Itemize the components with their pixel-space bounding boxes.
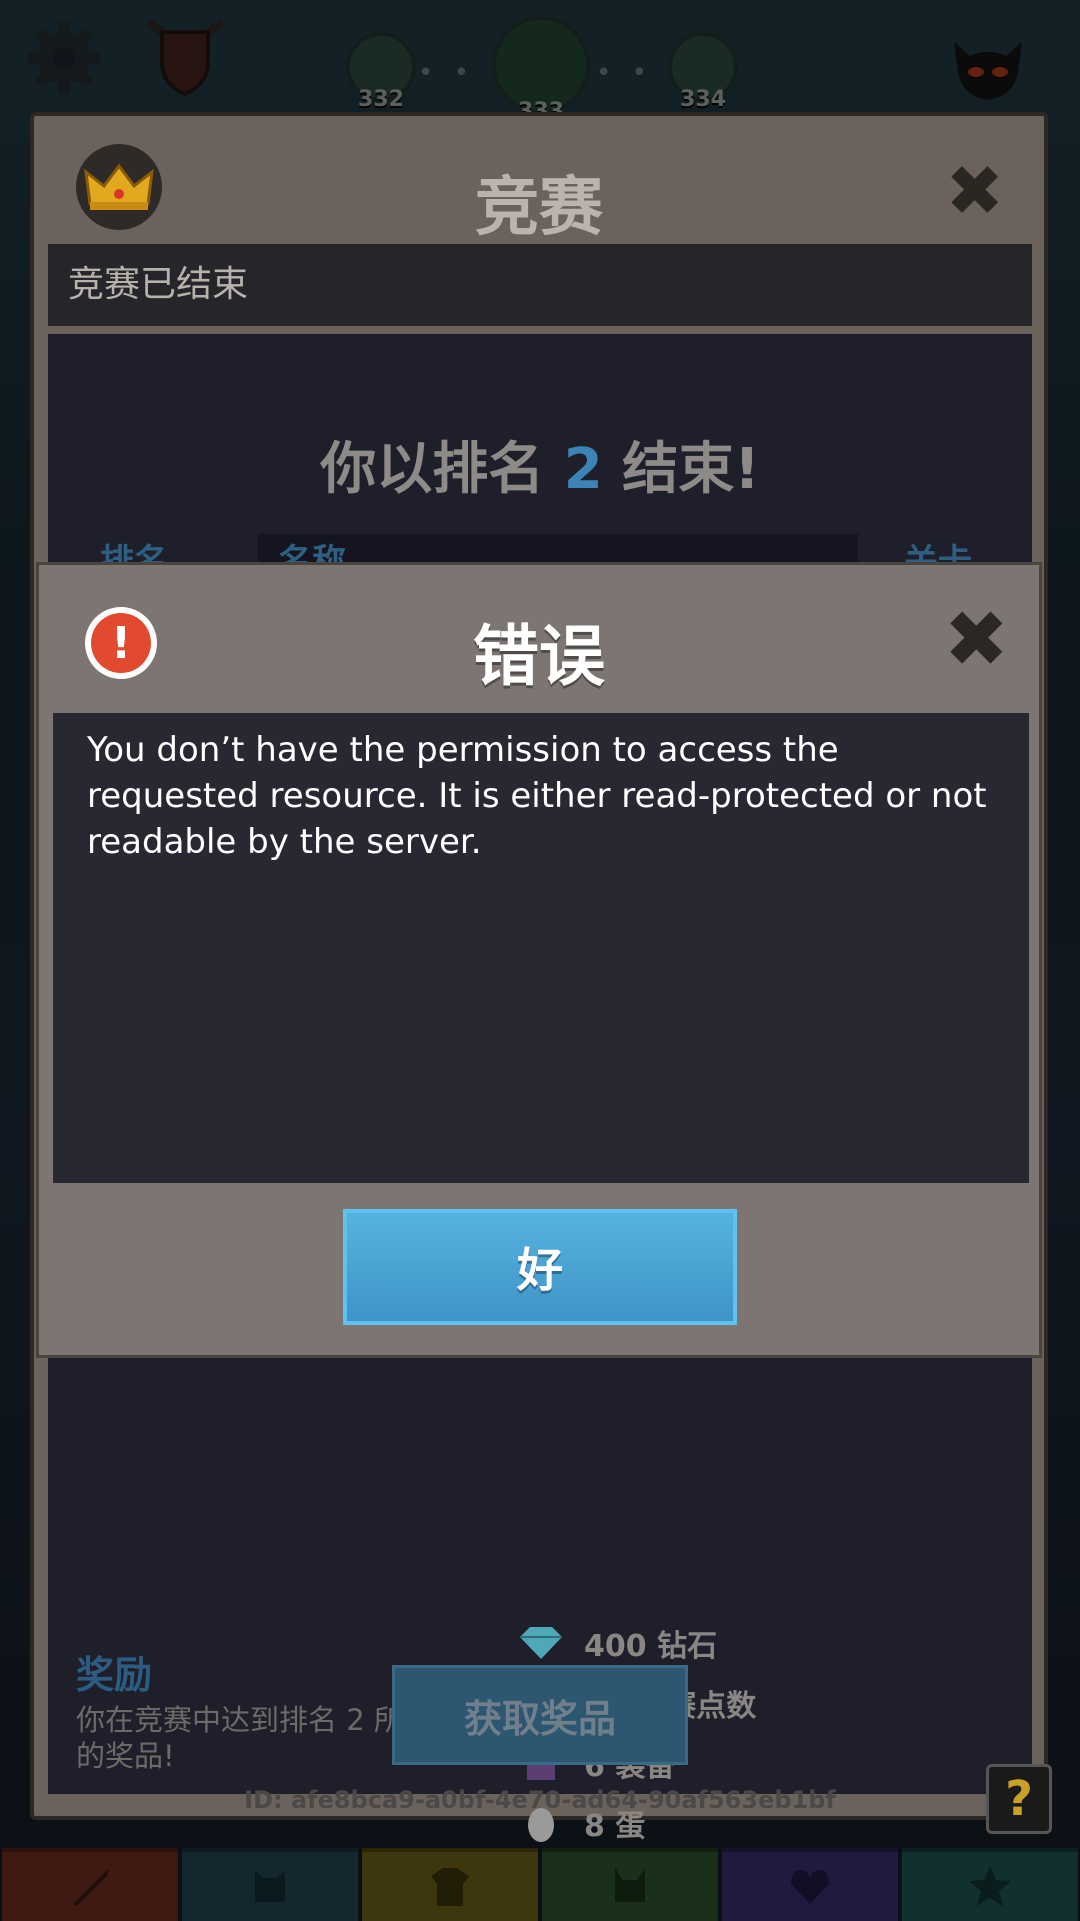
reward-item: 400 钻石	[518, 1620, 717, 1666]
error-dialog: ! 错误 ✖ You don’t have the permission to …	[36, 562, 1042, 1358]
diamond-icon	[518, 1620, 564, 1666]
contest-title: 竞赛	[475, 171, 603, 245]
rank-result-text: 你以排名 2 结束!	[48, 424, 1032, 505]
help-button[interactable]: ?	[986, 1764, 1052, 1834]
error-title: 错误	[473, 618, 605, 695]
contest-id: ID: afe8bca9-a0bf-4e70-ad64-90af563eb1bf	[244, 1786, 836, 1814]
close-icon[interactable]: ✖	[944, 601, 1009, 679]
rank-result-prefix: 你以排名	[320, 437, 545, 502]
rank-result-suffix: 结束!	[622, 437, 760, 502]
contest-status: 竞赛已结束	[48, 244, 1032, 326]
reward-text: 400 钻石	[584, 1629, 718, 1664]
ok-button[interactable]: 好	[343, 1209, 737, 1325]
close-icon[interactable]: ✖	[945, 156, 1004, 226]
claim-reward-button[interactable]: 获取奖品	[392, 1665, 688, 1765]
rewards-title: 奖励	[76, 1653, 153, 1697]
error-message: You don’t have the permission to access …	[53, 713, 1029, 1183]
rank-result-number: 2	[563, 437, 603, 502]
